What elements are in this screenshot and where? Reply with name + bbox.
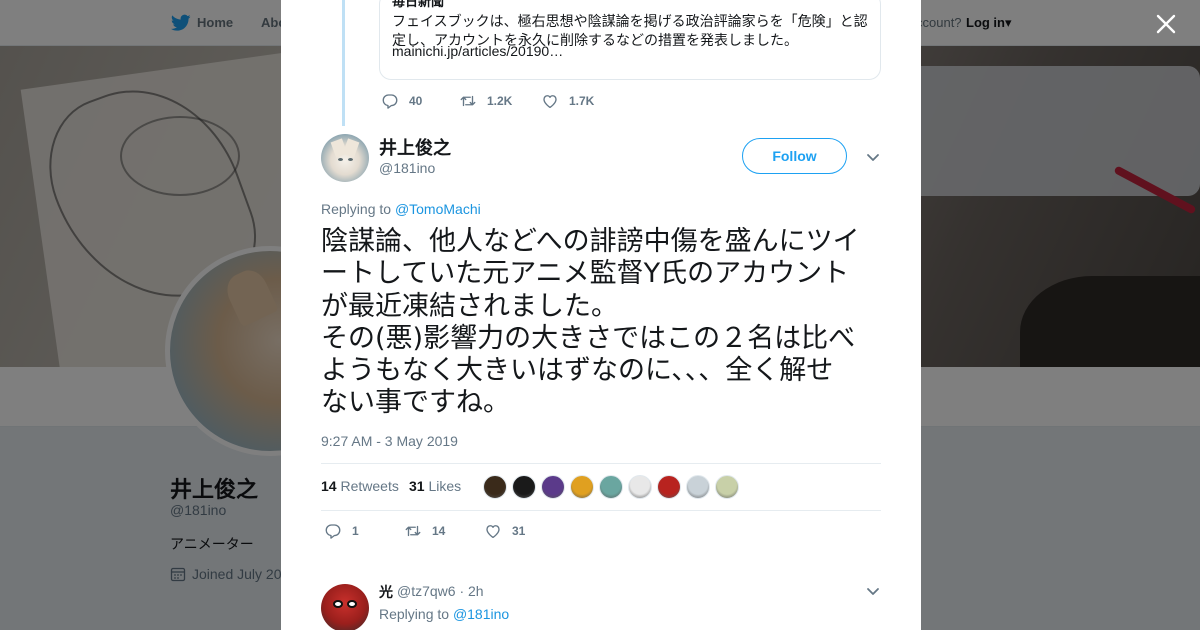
liker-avatar[interactable] (570, 475, 594, 499)
retweet-count: 1.2K (487, 94, 513, 108)
reply-count: 1 (352, 524, 359, 538)
like-count: 1.7K (569, 94, 595, 108)
liker-avatar[interactable] (686, 475, 710, 499)
tweet-author-name[interactable]: 井上俊之 (379, 134, 451, 160)
retweet-icon[interactable] (404, 522, 422, 540)
reply-author-avatar[interactable] (321, 584, 369, 630)
tweet-author-avatar[interactable] (321, 134, 369, 182)
parent-tweet-actions: 40 1.2K 1.7K (381, 92, 594, 110)
reply-author-meta[interactable]: @tz7qw6 · 2h (397, 583, 484, 599)
heart-icon[interactable] (484, 522, 502, 540)
retweet-action[interactable]: 14 (404, 522, 484, 540)
likes-stat-label[interactable]: Likes (428, 478, 461, 494)
reply-icon[interactable] (324, 522, 342, 540)
liker-avatar[interactable] (512, 475, 536, 499)
retweets-stat-count[interactable]: 14 (321, 478, 337, 494)
avatar-mask-eye (333, 600, 343, 608)
liker-avatar[interactable] (715, 475, 739, 499)
reply-icon[interactable] (381, 92, 399, 110)
quoted-link[interactable]: mainichi.jp/articles/20190… (392, 43, 563, 59)
reply-count: 40 (409, 94, 423, 108)
avatar-cat-eye (348, 158, 353, 161)
tweet-timestamp[interactable]: 9:27 AM - 3 May 2019 (321, 433, 458, 449)
avatar-cat-eye (338, 158, 343, 161)
liker-avatar[interactable] (541, 475, 565, 499)
tweet-actions: 1 14 31 (324, 522, 525, 540)
chevron-down-icon[interactable] (865, 583, 881, 599)
tweet-text: 陰謀論、他人などへの誹謗中傷を盛んにツイ ートしていた元アニメ監督Y氏のアカウン… (321, 226, 860, 419)
like-action[interactable]: 31 (484, 522, 525, 540)
likers-avatars (483, 475, 739, 499)
retweet-count: 14 (432, 524, 446, 538)
replying-to: Replying to @TomoMachi (321, 201, 481, 217)
tweet-author-handle[interactable]: @181ino (379, 160, 435, 176)
avatar-cat-ear (342, 138, 360, 158)
retweet-icon[interactable] (459, 92, 477, 110)
tweet-stats: 14 Retweets 31 Likes (321, 463, 881, 511)
liker-avatar[interactable] (483, 475, 507, 499)
follow-button[interactable]: Follow (742, 138, 847, 174)
close-modal-button[interactable] (1154, 12, 1178, 36)
retweets-stat[interactable]: 14 Retweets (321, 478, 399, 494)
quoted-tweet-card[interactable]: 毎日新聞 フェイスブックは、極右思想や陰謀論を掲げる政治評論家らを「危険」と認定… (379, 0, 881, 80)
like-action[interactable]: 1.7K (541, 92, 594, 110)
reply-replying-user[interactable]: @181ino (453, 606, 509, 622)
retweet-action[interactable]: 1.2K (459, 92, 541, 110)
tweet-more-menu[interactable] (865, 149, 881, 165)
chevron-down-icon[interactable] (865, 149, 881, 165)
avatar-mask-eye (347, 600, 357, 608)
replying-to-user[interactable]: @TomoMachi (395, 201, 481, 217)
reply-more-menu[interactable] (865, 583, 881, 599)
liker-avatar[interactable] (599, 475, 623, 499)
replying-to-prefix: Replying to (321, 201, 392, 217)
reply-replying-to: Replying to @181ino (379, 606, 509, 622)
like-count: 31 (512, 524, 526, 538)
liker-avatar[interactable] (657, 475, 681, 499)
thread-connector-line (342, 0, 345, 126)
quoted-author: 毎日新聞 (392, 0, 444, 10)
likes-stat[interactable]: 31 Likes (409, 478, 461, 494)
tweet-permalink-modal: 毎日新聞 フェイスブックは、極右思想や陰謀論を掲げる政治評論家らを「危険」と認定… (281, 0, 921, 630)
liker-avatar[interactable] (628, 475, 652, 499)
reply-action[interactable]: 1 (324, 522, 404, 540)
likes-stat-count[interactable]: 31 (409, 478, 425, 494)
reply-replying-prefix: Replying to (379, 606, 450, 622)
close-icon[interactable] (1154, 12, 1178, 36)
reply-action[interactable]: 40 (381, 92, 459, 110)
quoted-author-name: 毎日新聞 (392, 0, 445, 9)
retweets-stat-label[interactable]: Retweets (340, 478, 398, 494)
heart-icon[interactable] (541, 92, 559, 110)
reply-author-name[interactable]: 光 (379, 582, 393, 602)
